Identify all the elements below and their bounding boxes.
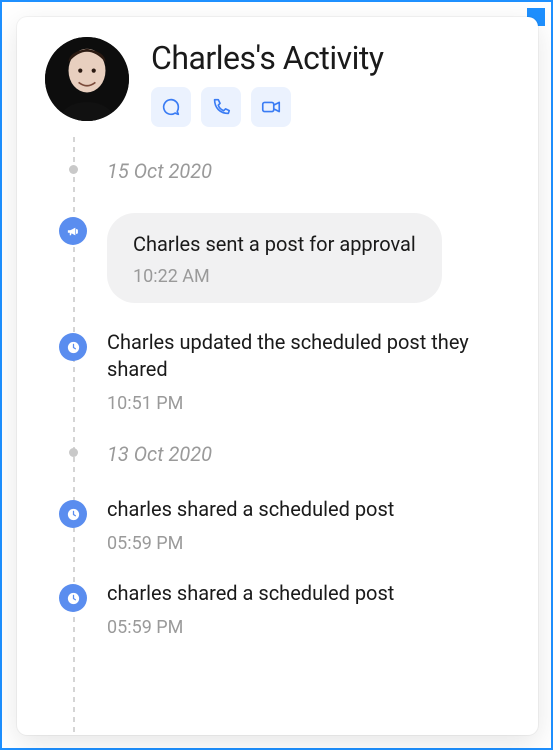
date-content: 15 Oct 2020 [107, 157, 510, 187]
chat-icon [160, 96, 182, 118]
clock-icon [66, 591, 81, 606]
page-title: Charles's Activity [151, 39, 510, 77]
activity-row[interactable]: charles shared a scheduled post 05:59 PM [73, 580, 510, 638]
clock-icon [66, 507, 81, 522]
clock-marker [59, 500, 87, 528]
activity-time: 05:59 PM [107, 533, 510, 554]
clock-marker [59, 584, 87, 612]
activity-content: Charles sent a post for approval 10:22 A… [107, 213, 510, 303]
call-button[interactable] [201, 87, 241, 127]
avatar-image [45, 37, 129, 121]
date-content: 13 Oct 2020 [107, 440, 510, 470]
activity-text: Charles sent a post for approval [133, 231, 416, 258]
avatar [45, 37, 129, 121]
activity-content: charles shared a scheduled post 05:59 PM [107, 580, 510, 638]
timeline: 15 Oct 2020 Charles sent a post for appr… [73, 137, 510, 638]
date-row: 15 Oct 2020 [73, 157, 510, 187]
date-marker [69, 448, 78, 457]
activity-row[interactable]: Charles updated the scheduled post they … [73, 329, 510, 414]
activity-time: 10:22 AM [133, 266, 416, 287]
clock-icon [66, 340, 81, 355]
activity-content: Charles updated the scheduled post they … [107, 329, 510, 414]
date-row: 13 Oct 2020 [73, 440, 510, 470]
outer-frame: Charles's Activity [0, 0, 553, 750]
megaphone-marker [59, 217, 87, 245]
activity-text: Charles updated the scheduled post they … [107, 329, 510, 383]
megaphone-icon [66, 224, 81, 239]
activity-row[interactable]: Charles sent a post for approval 10:22 A… [73, 213, 510, 303]
panel-header: Charles's Activity [45, 37, 510, 127]
action-row [151, 87, 510, 127]
date-label: 13 Oct 2020 [107, 440, 510, 470]
activity-time: 05:59 PM [107, 617, 510, 638]
activity-text: charles shared a scheduled post [107, 496, 510, 523]
date-label: 15 Oct 2020 [107, 157, 510, 187]
video-icon [260, 96, 282, 118]
activity-text: charles shared a scheduled post [107, 580, 510, 607]
activity-content: charles shared a scheduled post 05:59 PM [107, 496, 510, 554]
clock-marker [59, 333, 87, 361]
activity-bubble: Charles sent a post for approval 10:22 A… [107, 213, 442, 303]
activity-panel: Charles's Activity [17, 17, 538, 735]
call-icon [210, 96, 232, 118]
header-right: Charles's Activity [151, 37, 510, 127]
activity-row[interactable]: charles shared a scheduled post 05:59 PM [73, 496, 510, 554]
date-marker [69, 165, 78, 174]
video-button[interactable] [251, 87, 291, 127]
activity-time: 10:51 PM [107, 393, 510, 414]
chat-button[interactable] [151, 87, 191, 127]
